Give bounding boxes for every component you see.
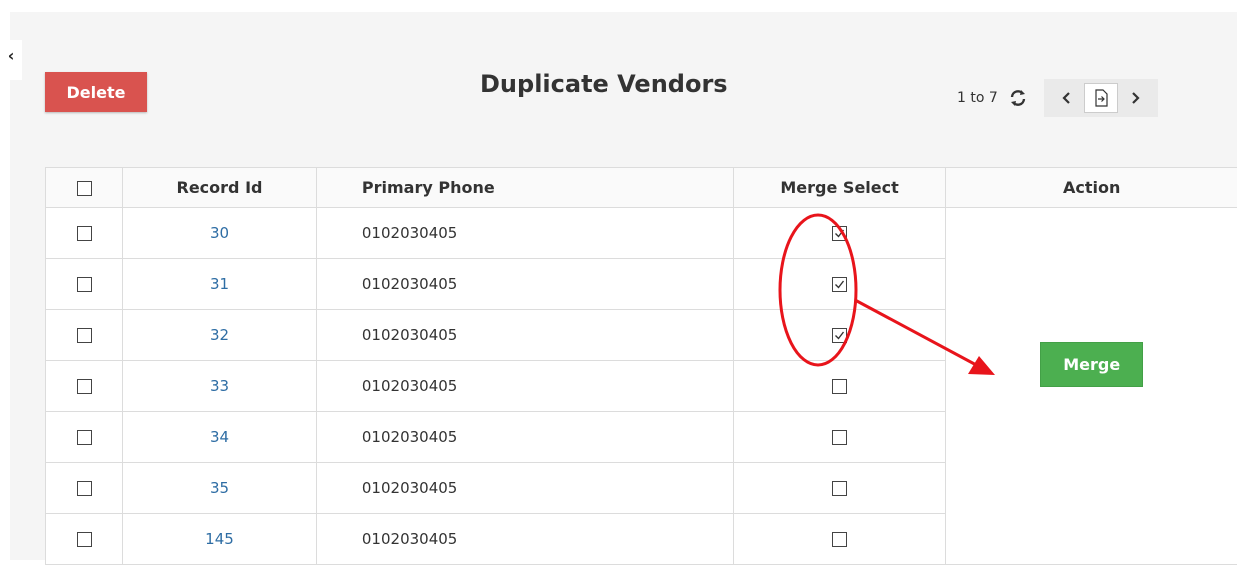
row-select-cell <box>46 259 123 310</box>
column-header-record-id[interactable]: Record Id <box>123 168 317 208</box>
merge-select-checkbox[interactable] <box>832 226 847 241</box>
row-select-checkbox[interactable] <box>77 226 92 241</box>
primary-phone-cell: 0102030405 <box>316 412 733 463</box>
merge-select-checkbox[interactable] <box>832 532 847 547</box>
record-id-cell: 31 <box>123 259 317 310</box>
record-id-cell: 145 <box>123 514 317 565</box>
primary-phone-cell: 0102030405 <box>316 208 733 259</box>
page-range-text: 1 to 7 <box>957 90 998 106</box>
chevron-left-icon <box>1061 91 1073 105</box>
row-select-checkbox[interactable] <box>77 532 92 547</box>
chevron-left-icon: ‹ <box>8 46 15 65</box>
merge-select-cell <box>733 310 946 361</box>
primary-phone-cell: 0102030405 <box>316 310 733 361</box>
merge-select-cell <box>733 259 946 310</box>
row-select-checkbox[interactable] <box>77 430 92 445</box>
row-select-cell <box>46 463 123 514</box>
row-select-cell <box>46 310 123 361</box>
merge-select-checkbox[interactable] <box>832 430 847 445</box>
column-header-merge-select: Merge Select <box>733 168 946 208</box>
primary-phone-cell: 0102030405 <box>316 259 733 310</box>
row-select-cell <box>46 412 123 463</box>
record-id-link[interactable]: 32 <box>210 326 229 344</box>
column-header-primary-phone[interactable]: Primary Phone <box>316 168 733 208</box>
next-page-button[interactable] <box>1118 83 1152 113</box>
export-page-button[interactable] <box>1084 83 1118 113</box>
primary-phone-cell: 0102030405 <box>316 361 733 412</box>
record-id-link[interactable]: 33 <box>210 377 229 395</box>
row-select-cell <box>46 361 123 412</box>
record-id-cell: 32 <box>123 310 317 361</box>
record-id-link[interactable]: 35 <box>210 479 229 497</box>
row-select-checkbox[interactable] <box>77 328 92 343</box>
pagination: 1 to 7 <box>945 78 1158 118</box>
record-id-cell: 33 <box>123 361 317 412</box>
pager-buttons <box>1044 79 1158 117</box>
table-header-row: Record Id Primary Phone Merge Select Act… <box>46 168 1237 208</box>
merge-select-cell <box>733 514 946 565</box>
merge-select-checkbox[interactable] <box>832 328 847 343</box>
record-id-cell: 35 <box>123 463 317 514</box>
page-title: Duplicate Vendors <box>480 70 728 98</box>
primary-phone-cell: 0102030405 <box>316 463 733 514</box>
delete-button[interactable]: Delete <box>45 72 147 112</box>
merge-select-checkbox[interactable] <box>832 481 847 496</box>
row-select-checkbox[interactable] <box>77 277 92 292</box>
previous-page-button[interactable] <box>1050 83 1084 113</box>
chevron-right-icon <box>1129 91 1141 105</box>
record-id-cell: 34 <box>123 412 317 463</box>
merge-select-checkbox[interactable] <box>832 277 847 292</box>
record-id-link[interactable]: 34 <box>210 428 229 446</box>
page-export-icon <box>1093 89 1109 107</box>
merge-select-cell <box>733 412 946 463</box>
column-header-action: Action <box>946 168 1237 208</box>
duplicate-vendors-table: Record Id Primary Phone Merge Select Act… <box>45 167 1237 565</box>
row-select-cell <box>46 514 123 565</box>
record-id-link[interactable]: 31 <box>210 275 229 293</box>
record-id-cell: 30 <box>123 208 317 259</box>
merge-select-cell <box>733 463 946 514</box>
row-select-checkbox[interactable] <box>77 379 92 394</box>
select-all-checkbox[interactable] <box>77 181 92 196</box>
select-all-header <box>46 168 123 208</box>
table-row: 300102030405Merge <box>46 208 1237 259</box>
record-id-link[interactable]: 145 <box>205 530 234 548</box>
row-select-cell <box>46 208 123 259</box>
merge-select-cell <box>733 361 946 412</box>
merge-select-cell <box>733 208 946 259</box>
merge-select-checkbox[interactable] <box>832 379 847 394</box>
row-select-checkbox[interactable] <box>77 481 92 496</box>
merge-button[interactable]: Merge <box>1040 342 1143 387</box>
primary-phone-cell: 0102030405 <box>316 514 733 565</box>
action-cell: Merge <box>946 208 1237 565</box>
collapse-sidebar-toggle[interactable]: ‹ <box>0 40 22 80</box>
record-id-link[interactable]: 30 <box>210 224 229 242</box>
refresh-icon[interactable] <box>1008 88 1028 108</box>
